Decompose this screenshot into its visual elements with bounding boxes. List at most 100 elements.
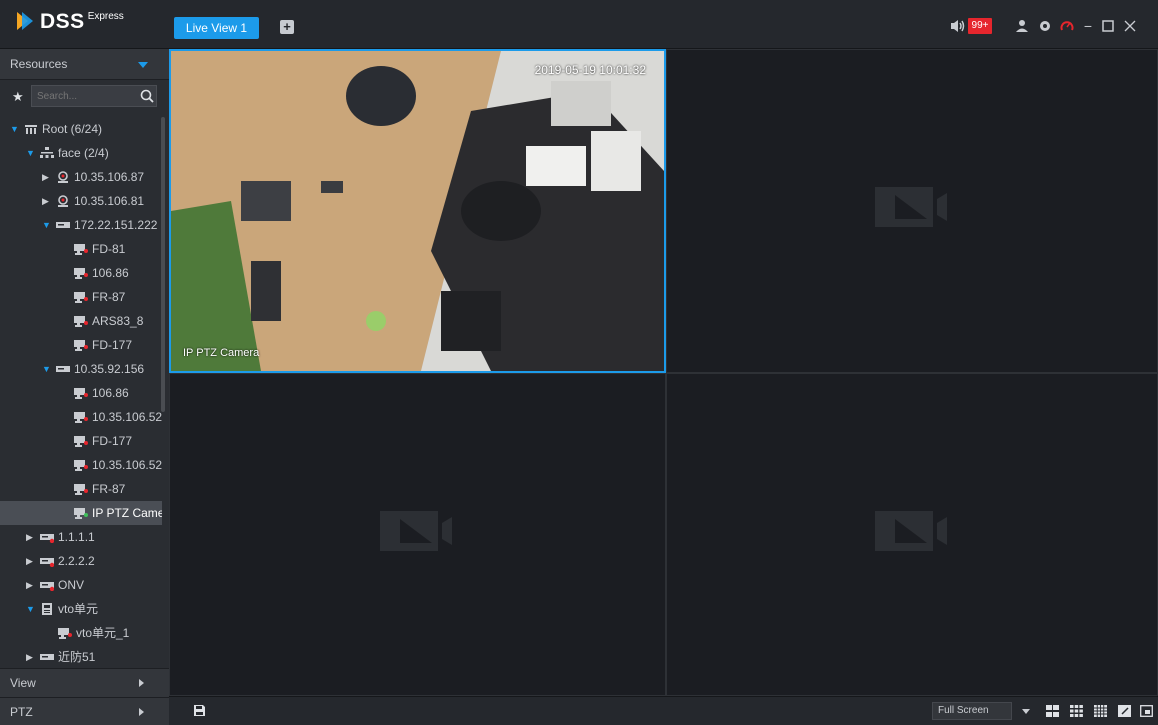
fullscreen-select[interactable]: Full Screen xyxy=(932,702,1012,720)
tree-node-label: 106.86 xyxy=(92,266,129,280)
tab-live-view-1[interactable]: Live View 1 xyxy=(174,17,259,39)
org-node-icon xyxy=(40,147,54,158)
collapse-arrow-icon[interactable]: ▶ xyxy=(26,645,36,668)
chevron-right-icon xyxy=(139,708,144,716)
camera-channel-icon xyxy=(74,268,88,279)
nvr-offline-icon xyxy=(40,582,54,591)
camera-channel-icon xyxy=(58,628,72,639)
tree-node[interactable]: ▼ vto单元 xyxy=(0,597,162,621)
favorite-star-icon[interactable]: ★ xyxy=(12,89,24,105)
search-input[interactable] xyxy=(37,89,137,103)
video-window-4[interactable] xyxy=(666,373,1158,696)
window-restore-icon[interactable] xyxy=(1140,705,1153,717)
tree-node[interactable]: ▼ face (2/4) xyxy=(0,141,162,165)
expand-arrow-icon[interactable]: ▼ xyxy=(10,117,20,141)
resources-title: Resources xyxy=(10,57,68,71)
tree-node-label: FD-177 xyxy=(92,434,133,448)
tree-node[interactable]: ▶ ONV xyxy=(0,573,162,597)
add-tab-icon[interactable]: + xyxy=(280,20,294,34)
collapse-arrow-icon[interactable]: ▶ xyxy=(42,165,52,189)
camera-channel-icon xyxy=(74,412,88,423)
tree-node[interactable]: ▶ 1.1.1.1 xyxy=(0,525,162,549)
tree-node[interactable]: 106.86 xyxy=(0,381,162,405)
nvr-offline-icon xyxy=(40,558,54,567)
camera-video-feed xyxy=(171,51,664,371)
layout-4-icon[interactable] xyxy=(1046,705,1059,717)
expand-arrow-icon[interactable]: ▼ xyxy=(42,213,52,237)
custom-layout-icon[interactable] xyxy=(1118,705,1131,717)
tree-node-label: FR-87 xyxy=(92,290,126,304)
tree-node-label: Root (6/24) xyxy=(42,122,103,136)
minimize-icon[interactable]: − xyxy=(1081,18,1095,34)
tree-node[interactable]: ▼ 172.22.151.222 xyxy=(0,213,162,237)
tree-node-label: vto单元_1 xyxy=(76,626,130,640)
save-view-icon[interactable] xyxy=(193,704,206,717)
tree-node[interactable]: 10.35.106.52- xyxy=(0,453,162,477)
ptz-section-header[interactable]: PTZ xyxy=(0,697,169,725)
chevron-down-icon[interactable] xyxy=(138,62,148,68)
user-icon[interactable] xyxy=(1015,19,1029,33)
tree-scrollbar[interactable] xyxy=(161,117,165,412)
layout-16-icon[interactable] xyxy=(1094,705,1107,717)
view-section-header[interactable]: View xyxy=(0,668,169,697)
tree-node[interactable]: FR-87 xyxy=(0,477,162,501)
no-video-placeholder-icon xyxy=(875,511,947,551)
maximize-icon[interactable] xyxy=(1102,20,1114,32)
speed-icon[interactable] xyxy=(1060,19,1074,33)
tree-node[interactable]: 106.86 xyxy=(0,261,162,285)
camera-channel-online-icon xyxy=(74,508,88,519)
tree-node[interactable]: FD-81 xyxy=(0,237,162,261)
video-timestamp-overlay: 2019-05-19 10:01:32 xyxy=(534,63,646,77)
tree-node[interactable]: ▼ Root (6/24) xyxy=(0,117,162,141)
alarm-count-badge[interactable]: 99+ xyxy=(968,18,992,34)
face-device-icon xyxy=(58,195,68,207)
tree-node[interactable]: ▼ 10.35.92.156 xyxy=(0,357,162,381)
search-icon[interactable] xyxy=(138,87,156,105)
chevron-down-icon[interactable] xyxy=(1022,709,1030,714)
expand-arrow-icon[interactable]: ▼ xyxy=(26,141,36,165)
face-device-icon xyxy=(58,171,68,183)
close-icon[interactable] xyxy=(1124,20,1136,32)
tree-node-label: 10.35.106.52- xyxy=(92,458,162,472)
layout-9-icon[interactable] xyxy=(1070,705,1083,717)
video-window-2[interactable] xyxy=(666,49,1158,373)
collapse-arrow-icon[interactable]: ▶ xyxy=(26,549,36,573)
camera-channel-icon xyxy=(74,340,88,351)
video-window-1[interactable]: 2019-05-19 10:01:32 IP PTZ Camera xyxy=(169,49,666,373)
app-logo: DSS Express xyxy=(14,10,124,34)
tree-node-label: 10.35.106.87 xyxy=(74,170,145,184)
collapse-arrow-icon[interactable]: ▶ xyxy=(26,573,36,597)
tree-node[interactable]: FR-87 xyxy=(0,285,162,309)
camera-channel-icon xyxy=(74,460,88,471)
tree-node[interactable]: IP PTZ Came xyxy=(0,501,162,525)
tree-node-label: vto单元 xyxy=(58,602,99,616)
tree-node-label: 2.2.2.2 xyxy=(58,554,95,568)
tree-node[interactable]: ▶ 10.35.106.87 xyxy=(0,165,162,189)
app-brand-name: DSS xyxy=(40,10,85,33)
camera-channel-icon xyxy=(74,316,88,327)
tree-node-label: IP PTZ Came xyxy=(92,506,162,520)
nvr-icon xyxy=(40,654,54,660)
settings-icon[interactable] xyxy=(1038,19,1052,33)
tree-node[interactable]: ▶ 近防51 xyxy=(0,645,162,668)
video-window-3[interactable] xyxy=(169,373,666,696)
expand-arrow-icon[interactable]: ▼ xyxy=(42,357,52,381)
expand-arrow-icon[interactable]: ▼ xyxy=(26,597,36,621)
tree-node-label: 106.86 xyxy=(92,386,129,400)
no-video-placeholder-icon xyxy=(380,511,452,551)
sound-icon[interactable] xyxy=(950,19,966,33)
tree-node[interactable]: vto单元_1 xyxy=(0,621,162,645)
tree-node-label: 172.22.151.222 xyxy=(74,218,158,232)
tree-node[interactable]: 10.35.106.52 xyxy=(0,405,162,429)
tree-node[interactable]: ▶ 2.2.2.2 xyxy=(0,549,162,573)
nvr-icon xyxy=(56,366,70,372)
tree-node[interactable]: ARS83_8 xyxy=(0,309,162,333)
collapse-arrow-icon[interactable]: ▶ xyxy=(42,189,52,213)
camera-channel-icon xyxy=(74,436,88,447)
view-section-label: View xyxy=(10,676,36,690)
tree-node[interactable]: ▶ 10.35.106.81 xyxy=(0,189,162,213)
tree-node[interactable]: FD-177 xyxy=(0,333,162,357)
tree-node-label: ONV xyxy=(58,578,85,592)
collapse-arrow-icon[interactable]: ▶ xyxy=(26,525,36,549)
tree-node[interactable]: FD-177 xyxy=(0,429,162,453)
